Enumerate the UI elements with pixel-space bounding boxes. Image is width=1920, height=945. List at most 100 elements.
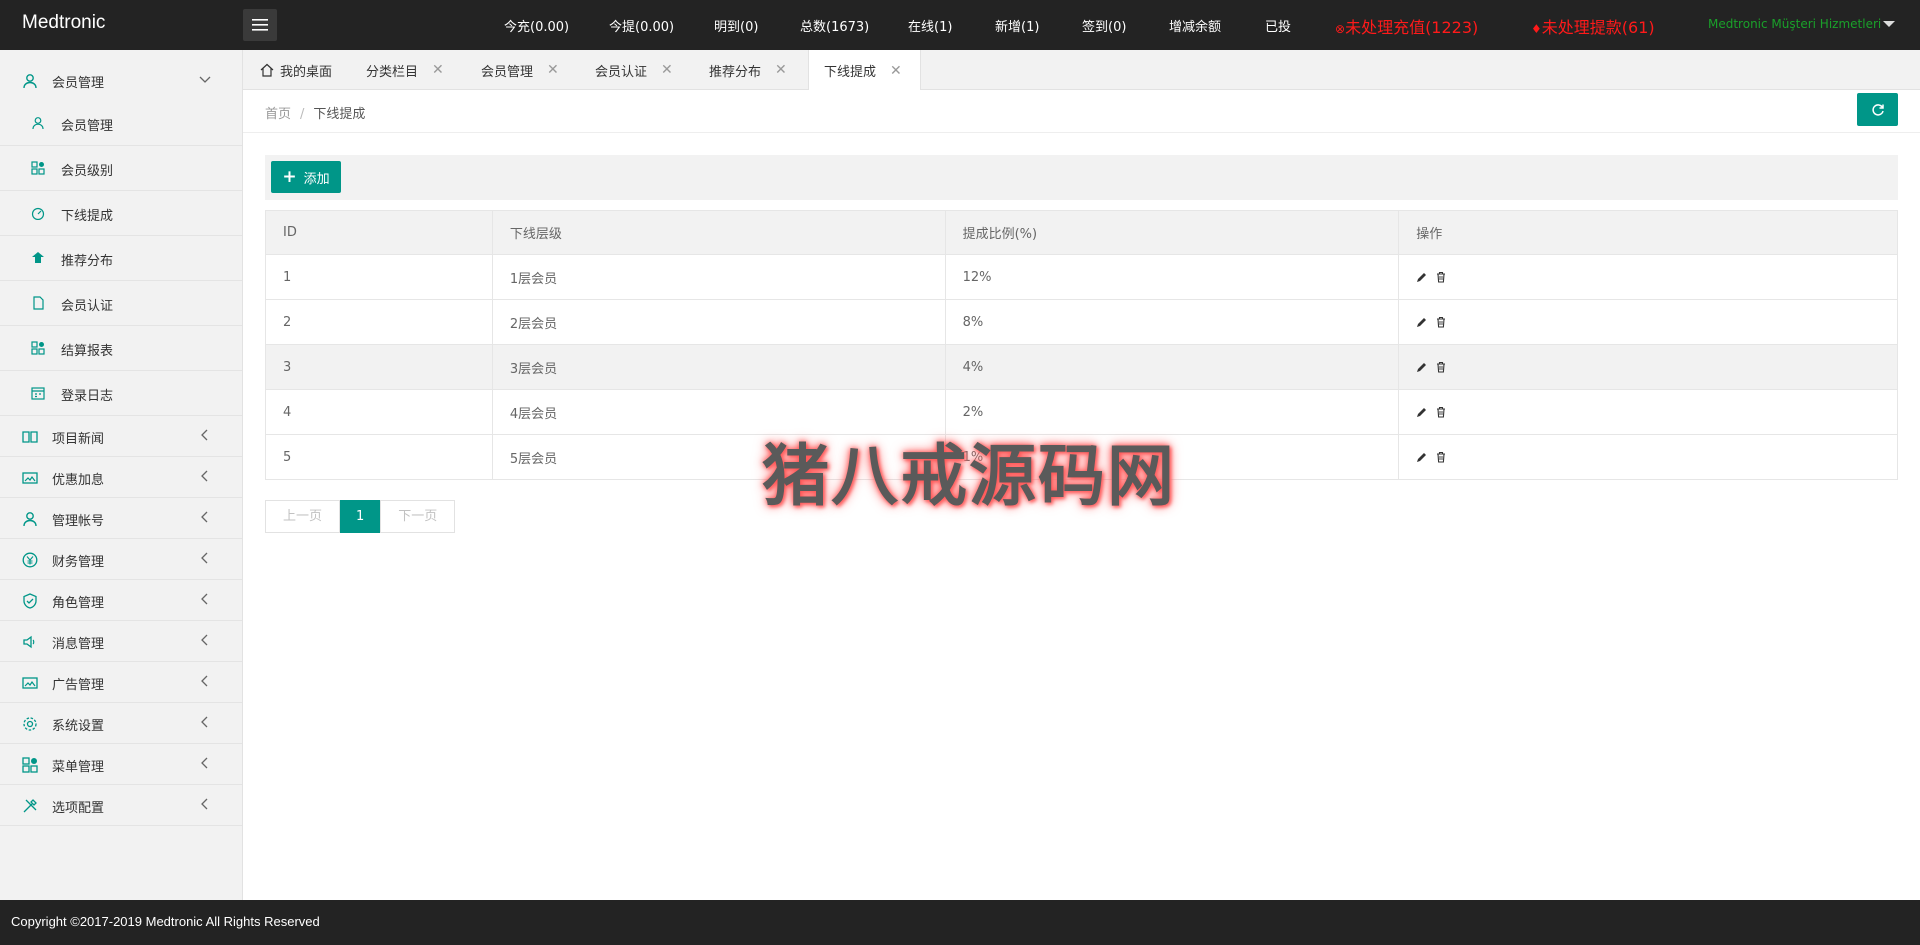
tab-downline-commission[interactable]: 下线提成 ✕ [808,50,921,91]
sidebar-group-promo-interest[interactable]: 优惠加息 [0,457,242,498]
column-header-level: 下线层级 [491,210,946,255]
table-row: 2 2层会员 8% [265,299,1898,345]
diamond-icon: ♦ [1531,22,1542,36]
stat-online[interactable]: 在线(1) [908,16,952,35]
tools-icon [23,799,37,813]
close-icon[interactable]: ✕ [661,62,673,78]
cell-ratio: 8% [944,299,1400,345]
sidebar-group-options-config[interactable]: 选项配置 [0,785,242,826]
hamburger-icon [252,19,268,31]
top-header: Medtronic 今充(0.00) 今提(0.00) 明到(0) 总数(167… [0,0,1920,50]
cell-id: 1 [265,254,493,300]
refresh-button[interactable] [1857,93,1898,126]
edit-icon[interactable] [1416,451,1428,463]
sidebar-item-member-verify[interactable]: 会员认证 [0,281,242,326]
breadcrumb-current: 下线提成 [313,107,366,122]
sidebar-group-ads[interactable]: 广告管理 [0,662,242,703]
edit-icon[interactable] [1416,361,1428,373]
cell-level: 1层会员 [491,254,946,300]
apps-icon [31,341,45,355]
logo: Medtronic [22,12,106,33]
stat-checkin[interactable]: 签到(0) [1082,16,1126,35]
breadcrumb: 首页 / 下线提成 [265,107,366,122]
tab-category[interactable]: 分类栏目 ✕ [366,50,444,90]
yen-icon [22,552,38,568]
cell-level: 2层会员 [491,299,946,345]
tab-home[interactable]: 我的桌面 [260,50,332,90]
stat-balance-adjust[interactable]: 增减余额 [1169,16,1221,35]
edit-icon[interactable] [1416,406,1428,418]
cell-id: 2 [265,299,493,345]
cell-actions [1398,254,1898,300]
sidebar-group-system-settings[interactable]: 系统设置 [0,703,242,744]
alert-unprocessed-recharge[interactable]: ⊗未处理充值(1223) [1335,14,1478,38]
sidebar-item-member-level[interactable]: 会员级别 [0,146,242,191]
column-header-ratio: 提成比例(%) [944,210,1400,255]
tab-member-verify[interactable]: 会员认证 ✕ [595,50,673,90]
chevron-left-icon [201,634,208,646]
close-icon[interactable]: ✕ [432,62,444,78]
stat-tomorrow-due[interactable]: 明到(0) [714,16,758,35]
delete-icon[interactable] [1435,406,1447,418]
sidebar-group-menu-manage[interactable]: 菜单管理 [0,744,242,785]
cell-actions [1398,389,1898,435]
plus-icon: + [282,167,297,187]
sidebar-group-roles[interactable]: 角色管理 [0,580,242,621]
sidebar-group-member[interactable]: 会员管理 [0,60,242,101]
cell-actions [1398,434,1898,480]
stat-total[interactable]: 总数(1673) [800,16,869,35]
calendar-icon [31,387,45,400]
edit-icon[interactable] [1416,316,1428,328]
alert-icon: ⊗ [1335,22,1346,36]
column-header-actions: 操作 [1398,210,1898,255]
sidebar-item-settlement-report[interactable]: 结算报表 [0,326,242,371]
close-icon[interactable]: ✕ [775,62,787,78]
sidebar-group-messages[interactable]: 消息管理 [0,621,242,662]
shield-check-icon [23,593,37,609]
picture-icon [22,677,38,689]
stat-new[interactable]: 新增(1) [995,16,1039,35]
breadcrumb-home[interactable]: 首页 [265,107,291,122]
chevron-left-icon [201,429,208,441]
delete-icon[interactable] [1435,316,1447,328]
sidebar-group-project-news[interactable]: 项目新闻 [0,416,242,457]
user-icon [23,74,37,89]
cell-ratio: 4% [944,344,1400,390]
delete-icon[interactable] [1435,451,1447,463]
cell-id: 5 [265,434,493,480]
close-icon[interactable]: ✕ [547,62,559,78]
cell-id: 3 [265,344,493,390]
alert-unprocessed-withdraw[interactable]: ♦未处理提款(61) [1531,14,1655,38]
table-header-row: ID 下线层级 提成比例(%) 操作 [265,210,1898,255]
next-page-button[interactable]: 下一页 [380,500,456,533]
stat-invested[interactable]: 已投 [1265,16,1291,35]
add-button[interactable]: + 添加 [271,161,341,193]
edit-icon[interactable] [1416,271,1428,283]
table-toolbar: + 添加 [265,155,1898,200]
dashboard-icon [31,207,45,220]
menu-toggle-button[interactable] [243,9,277,41]
sidebar-item-member-manage[interactable]: 会员管理 [0,101,242,146]
sidebar-group-finance[interactable]: 财务管理 [0,539,242,580]
stat-today-recharge[interactable]: 今充(0.00) [504,16,569,35]
user-menu[interactable]: Medtronic Müşteri Hizmetleri [1708,17,1881,31]
chevron-left-icon [201,716,208,728]
delete-icon[interactable] [1435,271,1447,283]
user-icon [23,512,37,527]
close-icon[interactable]: ✕ [890,63,902,79]
sidebar-item-downline-commission[interactable]: 下线提成 [0,191,242,236]
delete-icon[interactable] [1435,361,1447,373]
chevron-down-icon[interactable] [1883,21,1895,27]
chevron-left-icon [201,675,208,687]
stat-today-withdraw[interactable]: 今提(0.00) [609,16,674,35]
prev-page-button[interactable]: 上一页 [265,500,341,533]
tab-member-manage[interactable]: 会员管理 ✕ [481,50,559,90]
sidebar-item-referral-distribution[interactable]: 推荐分布 [0,236,242,281]
sidebar: 会员管理 会员管理 会员级别 下线提成 推荐分布 会员认证 结算报表 登录日志 … [0,50,243,900]
sidebar-item-login-log[interactable]: 登录日志 [0,371,242,416]
table-row: 1 1层会员 12% [265,254,1898,300]
page-1-button[interactable]: 1 [340,500,381,533]
tab-referral-distribution[interactable]: 推荐分布 ✕ [709,50,787,90]
sidebar-group-admin-accounts[interactable]: 管理帐号 [0,498,242,539]
book-icon [22,431,38,443]
